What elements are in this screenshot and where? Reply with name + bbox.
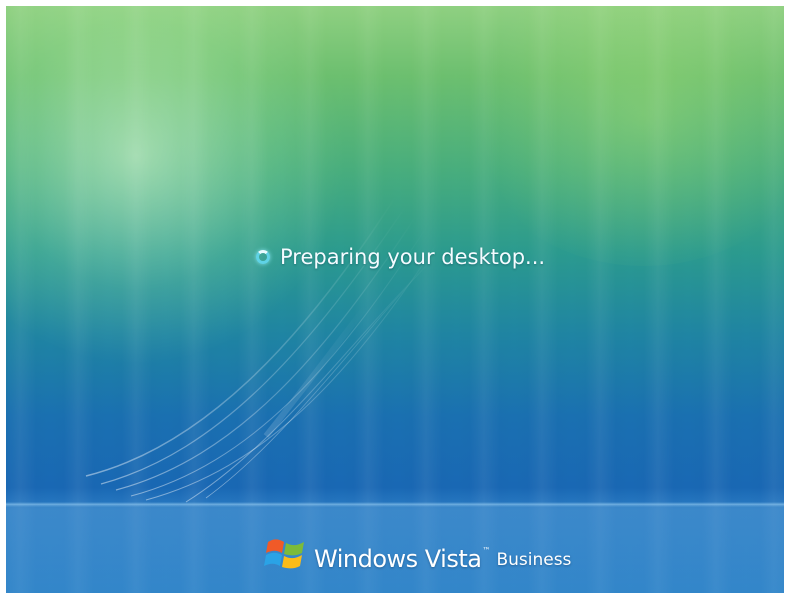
windows-logo: Windows Vista ™ Business (264, 532, 571, 576)
status-text: Preparing your desktop... (280, 245, 546, 269)
brand-name: Windows Vista (314, 545, 482, 573)
windows-flag-icon (264, 539, 304, 569)
trademark-symbol: ™ (482, 546, 491, 555)
boot-screen: Preparing your desktop... Windows Vista … (6, 6, 784, 593)
status-message: Preparing your desktop... (256, 242, 545, 272)
busy-spinner-icon (256, 250, 270, 264)
edition-name: Business (496, 550, 572, 570)
